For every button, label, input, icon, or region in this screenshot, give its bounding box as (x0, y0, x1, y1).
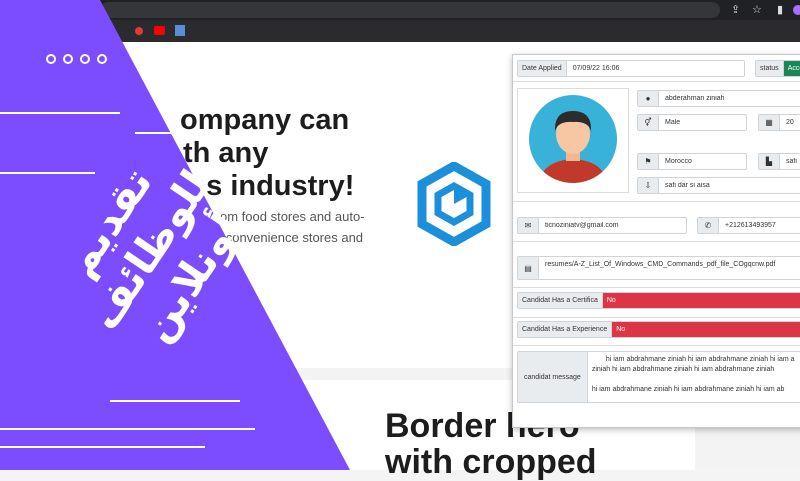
country-value: Morocco (665, 158, 692, 165)
bookmark-star-icon[interactable]: ☆ (752, 0, 762, 20)
certificate-field: Candidat Has a Certifica No (517, 292, 800, 309)
certificate-value: No (602, 293, 800, 308)
gender-icon: ⚥ (638, 115, 659, 130)
message-line: hi iam abdrahmane ziniah hi iam abdrahma… (591, 386, 785, 393)
resume-field[interactable]: ▤ resumes/A-Z_List_Of_Windows_CMD_Comman… (517, 256, 800, 280)
status-label: status (756, 61, 784, 76)
country-field: ⚑ Morocco (637, 153, 747, 170)
date-applied-value: 07/09/22 16:06 (572, 65, 620, 72)
candidate-avatar (529, 95, 617, 183)
message-line: ziniah hi iam abdrahmane ziniah hi iam a… (591, 366, 775, 373)
address-value: safi dar si aisa (665, 182, 710, 189)
dot (46, 54, 56, 64)
dot (80, 54, 90, 64)
message-field: candidat message hi iam abdrahmane zinia… (517, 351, 800, 403)
age-field: ▦ 20 (758, 114, 800, 131)
user-icon: ● (638, 91, 659, 106)
message-text: hi iam abdrahmane ziniah hi iam abdrahma… (588, 352, 799, 402)
city-field: ▙ safi (758, 153, 800, 170)
sidepanel-icon[interactable]: ▮ (777, 0, 783, 20)
phone-icon: ✆ (698, 218, 719, 233)
message-line: hi iam abdrahmane ziniah hi iam abdrahma… (605, 356, 795, 363)
experience-field: Candidat Has a Experience No (517, 321, 800, 338)
name-value: abderahman ziniah (665, 95, 725, 102)
photo-frame (517, 88, 629, 193)
phone-field: ✆ +212613493957 (697, 217, 800, 234)
dot (97, 54, 107, 64)
dot (63, 54, 73, 64)
section-heading-line: with cropped (385, 443, 597, 481)
application-panel: Date Applied 07/09/22 16:06 status Accep… (512, 54, 800, 428)
status-field: status Accep (755, 60, 800, 77)
name-field: ● abderahman ziniah (637, 90, 800, 107)
file-icon: ▤ (518, 257, 539, 279)
address-field: ⇩ safi dar si aisa (637, 177, 800, 194)
profile-avatar[interactable] (793, 5, 800, 15)
gender-value: Male (665, 119, 681, 126)
decorative-line (0, 446, 205, 448)
flag-icon: ⚑ (638, 154, 659, 169)
share-icon[interactable]: ⇪ (731, 0, 740, 20)
status-badge: Accep (783, 61, 800, 76)
message-label: candidat message (518, 352, 588, 402)
decorative-line (0, 428, 255, 430)
phone-value: +212613493957 (725, 222, 776, 229)
age-value: 20 (786, 119, 794, 126)
gender-field: ⚥ Male (637, 114, 747, 131)
email-value: ticnoziniatv@gmail.com (545, 222, 619, 229)
certificate-label: Candidat Has a Certifica (518, 293, 603, 308)
experience-label: Candidat Has a Experience (518, 322, 613, 337)
decorative-line (0, 112, 120, 114)
decorative-line (0, 172, 95, 174)
email-field: ✉ ticnoziniatv@gmail.com (517, 217, 687, 234)
envelope-icon: ✉ (518, 218, 539, 233)
decorative-line (110, 400, 240, 402)
divider (513, 201, 800, 202)
divider (513, 287, 800, 288)
resume-link[interactable]: resumes/A-Z_List_Of_Windows_CMD_Commands… (539, 257, 781, 268)
calendar-icon: ▦ (759, 115, 780, 130)
date-applied-label: Date Applied (518, 61, 567, 76)
decorative-dots (46, 54, 107, 64)
company-logo (417, 162, 491, 246)
divider (513, 345, 800, 346)
building-icon: ▙ (759, 154, 780, 169)
experience-value: No (612, 322, 800, 337)
divider (513, 317, 800, 318)
city-value: safi (786, 158, 797, 165)
address-icon: ⇩ (638, 178, 659, 193)
date-applied-field: Date Applied 07/09/22 16:06 (517, 60, 745, 77)
divider (513, 241, 800, 242)
divider (513, 81, 800, 82)
